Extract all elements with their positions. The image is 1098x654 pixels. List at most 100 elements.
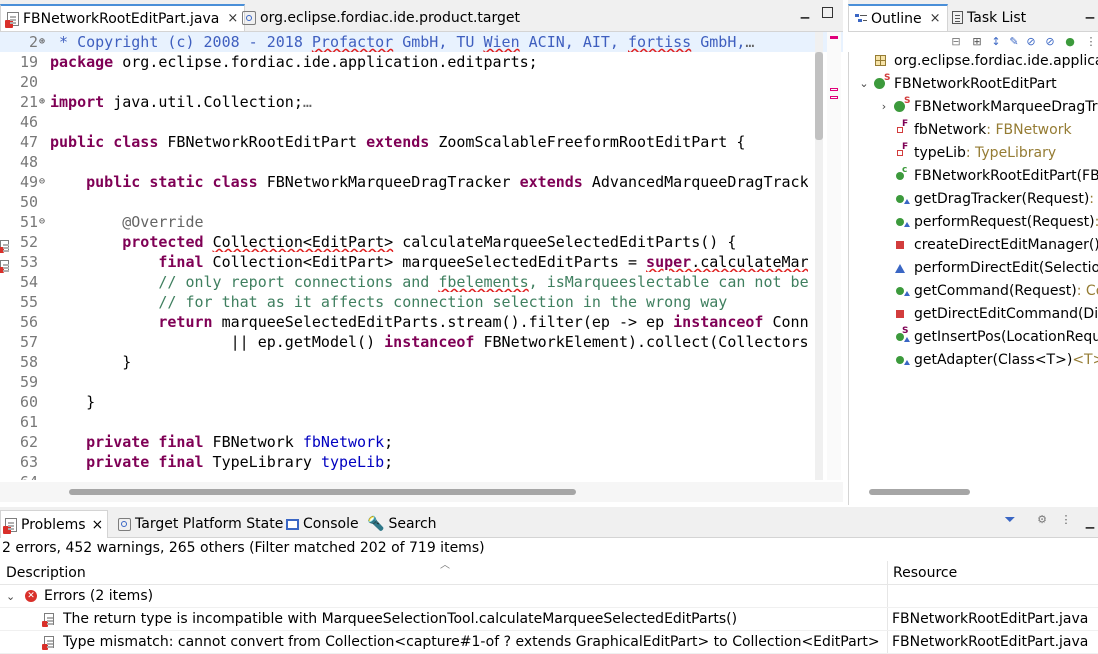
ruler-error-mark[interactable]: [830, 88, 838, 91]
expand-fold-icon[interactable]: ⊕: [39, 92, 45, 112]
error-group-row[interactable]: ⌄ ✕ Errors (2 items): [0, 585, 1098, 608]
code-line[interactable]: 48: [0, 152, 843, 172]
code-line[interactable]: 19 package org.eclipse.fordiac.ide.applic…: [0, 52, 843, 72]
code-line[interactable]: 46: [0, 112, 843, 132]
code-line[interactable]: 60 }: [0, 392, 843, 412]
outline-item[interactable]: ⌄ S FBNetworkRootEditPart: [858, 72, 1056, 95]
code-line[interactable]: 51 ⊖ @Override: [0, 212, 843, 232]
tab-outline[interactable]: Outline ×: [848, 4, 948, 31]
horizontal-scrollbar-thumb[interactable]: [69, 489, 576, 495]
overview-ruler[interactable]: [827, 32, 841, 480]
constructor-icon: c: [894, 165, 908, 183]
close-icon[interactable]: ×: [930, 11, 941, 26]
tab-task-list[interactable]: Task List: [946, 4, 1032, 31]
minimize-icon[interactable]: ▁: [1084, 7, 1096, 19]
close-icon[interactable]: ×: [92, 517, 104, 533]
outline-item[interactable]: createDirectEditManager(): [878, 233, 1098, 256]
outline-item[interactable]: SgetInsertPos(LocationRequest): [878, 325, 1098, 348]
code-line[interactable]: 21 ⊕ import java.util.Collection;…: [0, 92, 843, 112]
line-number: 64: [6, 472, 38, 480]
code-line[interactable]: 2 ⊕ * Copyright (c) 2008 - 2018 Profactor…: [0, 32, 843, 52]
hide-non-public-icon[interactable]: ⊘: [1044, 36, 1056, 48]
maximize-icon[interactable]: [822, 7, 833, 18]
tab-search[interactable]: 🔦 Search: [363, 510, 441, 538]
outline-item[interactable]: FtypeLib : TypeLibrary: [878, 141, 1056, 164]
line-number: 52: [19, 233, 38, 251]
task-list-icon: [952, 11, 963, 24]
code-line[interactable]: 61: [0, 412, 843, 432]
minimize-icon[interactable]: ▁: [1084, 517, 1096, 529]
outline-item[interactable]: getDirectEditCommand(DirectEditRequest): [878, 302, 1098, 325]
column-header-resource[interactable]: Resource: [893, 565, 957, 581]
code-line[interactable]: 59: [0, 372, 843, 392]
protected-method-icon: [894, 261, 908, 275]
collapse-fold-icon[interactable]: ⊖: [39, 212, 45, 232]
hide-local-types-icon[interactable]: ●: [1064, 36, 1076, 48]
code-line[interactable]: 62 private final FBNetwork fbNetwork;: [0, 432, 843, 452]
collapse-chevron-icon[interactable]: ⌄: [858, 77, 870, 90]
outline-tab-bar: Outline × Task List ▁: [848, 0, 1098, 32]
problem-row[interactable]: The return type is incompatible with Mar…: [0, 608, 1098, 631]
code-line[interactable]: 50: [0, 192, 843, 212]
outline-icon: [855, 13, 867, 25]
outline-item[interactable]: getDragTracker(Request) : DragTracker: [878, 187, 1098, 210]
outline-item[interactable]: performDirectEdit(Selection): [878, 256, 1098, 279]
settings-icon[interactable]: ⚙: [1036, 514, 1048, 526]
outline-item[interactable]: getCommand(Request) : Command: [878, 279, 1098, 302]
collapse-fold-icon[interactable]: ⊖: [39, 172, 45, 192]
problem-resource: FBNetworkRootEditPart.java: [892, 611, 1089, 627]
ruler-error-mark[interactable]: [830, 96, 838, 99]
tab-problems[interactable]: Problems ×: [0, 510, 109, 538]
line-number: 60: [19, 393, 38, 411]
hide-static-icon[interactable]: ⊘: [1025, 36, 1037, 48]
code-text: private final FBNetwork fbNetwork;: [86, 433, 394, 451]
collapse-all-icon[interactable]: ⊟: [950, 36, 962, 48]
code-text: }: [50, 353, 132, 371]
tab-product-target[interactable]: org.eclipse.fordiac.ide.product.target: [236, 4, 526, 31]
column-header-description[interactable]: Description: [6, 565, 86, 581]
expand-fold-icon[interactable]: ⊕: [39, 32, 45, 52]
tab-label: Outline: [871, 10, 922, 27]
view-menu-icon[interactable]: ⋮: [1085, 36, 1097, 48]
code-line[interactable]: 57 || ep.getModel() instanceof FBNetwork…: [0, 332, 843, 352]
problems-tab-bar: Problems × Target Platform State Console…: [0, 507, 1098, 538]
sort-icon[interactable]: ↕: [990, 36, 1002, 48]
code-line[interactable]: 56 return marqueeSelectedEditParts.strea…: [0, 312, 843, 332]
tab-console[interactable]: Console: [282, 510, 363, 538]
view-menu-icon[interactable]: ⋮: [1060, 514, 1072, 526]
line-number: 2: [28, 33, 38, 51]
tab-target-platform-state[interactable]: Target Platform State: [114, 510, 287, 538]
code-line[interactable]: 63 private final TypeLibrary typeLib;: [0, 452, 843, 472]
ruler-error-mark[interactable]: [830, 36, 838, 39]
outline-tree[interactable]: org.eclipse.fordiac.ide.application.edit…: [848, 52, 1098, 482]
override-method-icon: [894, 284, 910, 298]
code-line[interactable]: 20: [0, 72, 843, 92]
outline-item[interactable]: › SFBNetworkMarqueeDragTracker: [878, 95, 1098, 118]
tab-label: org.eclipse.fordiac.ide.product.target: [260, 9, 520, 26]
outline-item[interactable]: FfbNetwork : FBNetwork: [878, 118, 1072, 141]
code-line[interactable]: 53 final Collection<EditPart> marqueeSel…: [0, 252, 843, 273]
code-line[interactable]: 55 // for that as it affects connection …: [0, 292, 843, 312]
code-line[interactable]: 58 }: [0, 352, 843, 372]
filter-fields-icon[interactable]: ✎: [1008, 36, 1020, 48]
tab-fbnetwork-root-edit-part[interactable]: FBNetworkRootEditPart.java ×: [0, 4, 246, 31]
expand-chevron-icon[interactable]: ›: [878, 100, 890, 113]
code-area[interactable]: 2 ⊕ * Copyright (c) 2008 - 2018 Profactor…: [0, 32, 843, 480]
minimize-icon[interactable]: ▁: [799, 7, 811, 19]
code-line[interactable]: 49 ⊖ public static class FBNetworkMarquee…: [0, 172, 843, 192]
outline-item[interactable]: getAdapter(Class<T>) <T>: [878, 348, 1098, 371]
problem-row[interactable]: Type mismatch: cannot convert from Colle…: [0, 631, 1098, 654]
tab-label: Console: [303, 516, 359, 532]
outline-item[interactable]: performRequest(Request) : void: [878, 210, 1098, 233]
vertical-scrollbar-thumb[interactable]: [815, 52, 823, 140]
code-line[interactable]: 47 public class FBNetworkRootEditPart ext…: [0, 132, 843, 152]
outline-item[interactable]: c FBNetworkRootEditPart(FBNetwork, TypeLi…: [878, 164, 1098, 187]
code-line[interactable]: 52 protected Collection<EditPart> calcul…: [0, 232, 843, 253]
expand-all-icon[interactable]: ⊞: [971, 36, 983, 48]
code-line[interactable]: 54 // only report connections and fbelem…: [0, 272, 843, 292]
filter-icon[interactable]: ⏷: [1004, 513, 1016, 527]
code-line[interactable]: 64: [0, 472, 843, 480]
expand-chevron-icon[interactable]: ⌄: [6, 585, 15, 608]
outline-item[interactable]: org.eclipse.fordiac.ide.application.edit…: [858, 52, 1098, 72]
outline-horizontal-scrollbar-thumb[interactable]: [869, 489, 970, 495]
